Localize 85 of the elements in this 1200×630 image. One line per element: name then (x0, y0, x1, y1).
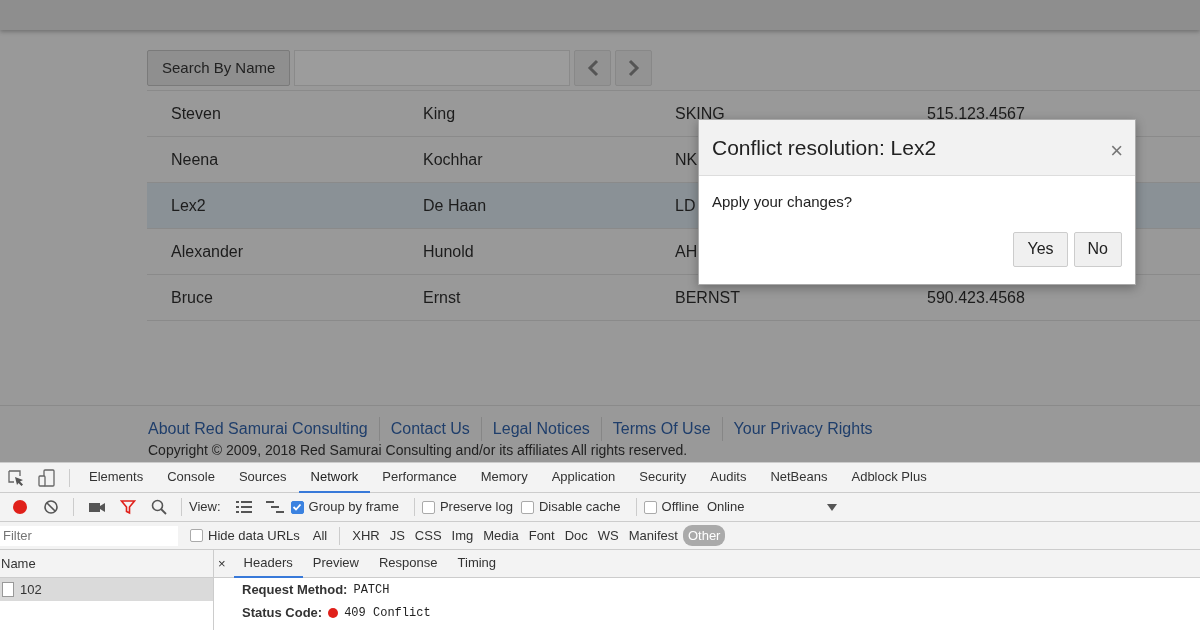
type-filter[interactable]: CSS (409, 524, 447, 547)
type-filter[interactable]: Media (478, 524, 524, 547)
table-cell: SKING (675, 104, 725, 122)
type-filter[interactable]: Font (523, 524, 560, 547)
dialog-button[interactable]: Yes (1013, 231, 1068, 267)
table-cell: Kochhar (423, 150, 483, 168)
inspect-icon[interactable] (6, 468, 25, 487)
checkbox[interactable]: Preserve log (421, 497, 513, 517)
check-icon (292, 502, 303, 512)
header-name: Request Method: (242, 580, 348, 599)
list-view-icon[interactable] (236, 501, 253, 513)
close-button[interactable]: × (1110, 139, 1123, 162)
checkbox[interactable]: Hide data URLs (190, 525, 300, 546)
devtools-tab[interactable]: Security (627, 462, 699, 493)
waterfall-icon[interactable] (266, 501, 285, 513)
devtools-tab[interactable]: Performance (370, 462, 469, 493)
file-icon (2, 582, 14, 597)
devtools-tab[interactable]: Elements (77, 462, 156, 493)
table-cell: Hunold (423, 242, 474, 260)
detail-tab[interactable]: Preview (302, 549, 369, 578)
devtools-tab[interactable]: Application (539, 462, 628, 493)
clear-icon[interactable] (42, 499, 59, 515)
footer-link[interactable]: About Red Samurai Consulting (148, 417, 379, 441)
chevron-right-icon (627, 59, 640, 77)
dropdown-arrow-icon[interactable] (826, 503, 837, 511)
throttle-dropdown[interactable]: Online (706, 497, 745, 517)
footer-link[interactable]: Legal Notices (480, 417, 601, 441)
table-cell: BERNST (675, 288, 740, 306)
table-cell: 590.423.4568 (927, 288, 1025, 306)
table-cell: Lex2 (171, 196, 206, 214)
table-cell: Ernst (423, 288, 461, 306)
footer-link[interactable]: Your Privacy Rights (721, 417, 884, 441)
table-cell: Steven (171, 104, 221, 122)
request-name: 102 (20, 580, 42, 599)
type-filter[interactable]: Doc (559, 524, 593, 547)
next-button[interactable] (615, 50, 653, 86)
table-cell: LD (675, 196, 696, 214)
search-icon[interactable] (150, 499, 167, 515)
detail-tab[interactable]: Timing (447, 549, 507, 578)
view-label: View: (189, 498, 221, 517)
request-row[interactable]: 102 (0, 578, 213, 601)
table-cell: 515.123.4567 (927, 104, 1025, 122)
checkbox[interactable]: Offline (643, 497, 699, 517)
table-cell: Bruce (171, 288, 213, 306)
dialog-button[interactable]: No (1073, 231, 1122, 267)
table-cell: Alexander (171, 242, 244, 260)
type-filter[interactable]: XHR (347, 524, 385, 547)
search-button[interactable]: Search By Name (147, 50, 291, 86)
chevron-left-icon (586, 59, 599, 77)
previous-button[interactable] (574, 50, 612, 86)
table-cell: De Haan (423, 196, 487, 214)
devtools-tab[interactable]: Adblock Plus (839, 462, 939, 493)
header-name: Status Code: (242, 603, 323, 622)
copyright-text: Copyright © 2009, 2018 Red Samurai Consulting and/or its affiliates All rights reserved. (148, 441, 689, 460)
detail-tab[interactable]: Headers (233, 549, 303, 578)
checkbox[interactable]: Group by frame (290, 497, 399, 517)
column-header: Name (1, 554, 36, 573)
type-filter[interactable]: JS (384, 524, 410, 547)
detail-tab[interactable]: Response (369, 549, 448, 578)
table-cell: King (423, 104, 456, 122)
devtools-tab[interactable]: Memory (468, 462, 540, 493)
devtools-tab[interactable]: Audits (698, 462, 759, 493)
filter-icon[interactable] (119, 499, 136, 515)
type-filter[interactable]: All (307, 524, 333, 547)
table-cell: NK (675, 150, 698, 168)
table-cell: Neena (171, 150, 219, 168)
filter-field[interactable]: Filter (0, 525, 178, 546)
devtools-tab[interactable]: NetBeans (758, 462, 840, 493)
record-icon[interactable] (11, 499, 28, 515)
close-button[interactable]: × (218, 553, 226, 574)
dialog-message: Apply your changes? (711, 192, 854, 212)
header-value: PATCH (353, 581, 390, 599)
footer-link[interactable]: Contact Us (378, 417, 481, 441)
footer-link[interactable]: Terms Of Use (600, 417, 722, 441)
type-filter[interactable]: WS (592, 524, 624, 547)
video-camera-icon[interactable] (87, 500, 106, 514)
dialog-title: Conflict resolution: Lex2 (712, 134, 937, 161)
checkbox[interactable]: Disable cache (520, 497, 621, 517)
header-value: 409 Conflict (344, 604, 431, 622)
devtools-tab[interactable]: Console (155, 462, 227, 493)
type-filter[interactable]: Img (446, 524, 479, 547)
type-filter[interactable]: Manifest (623, 524, 683, 547)
table-cell: AH (675, 242, 698, 260)
device-icon[interactable] (37, 468, 56, 487)
devtools-tab[interactable]: Sources (226, 462, 299, 493)
